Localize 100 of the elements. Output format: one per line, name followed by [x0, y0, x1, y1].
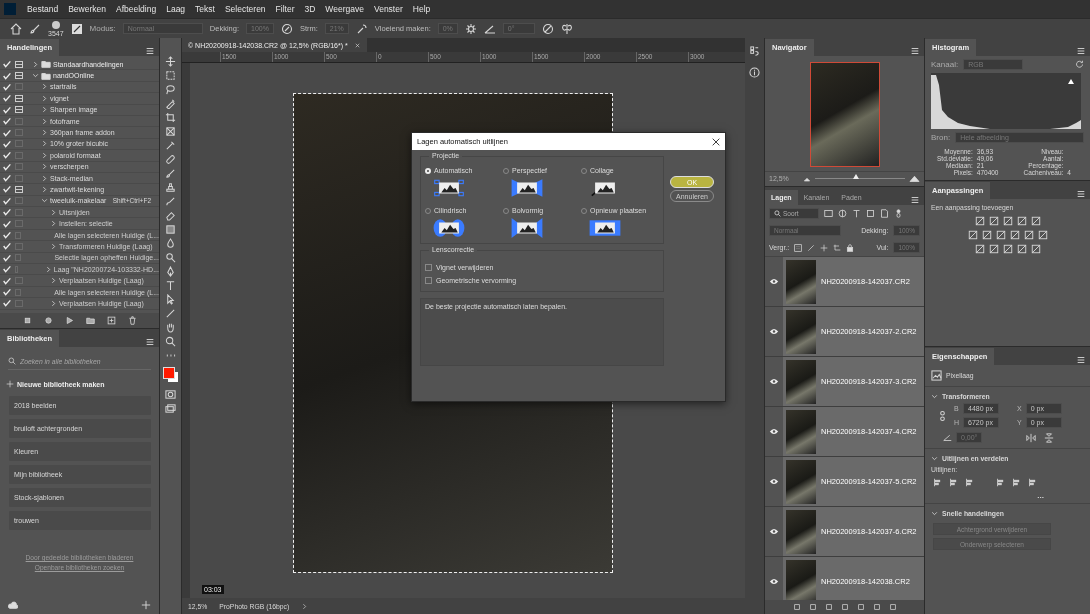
check-icon[interactable] — [3, 265, 11, 274]
menu-item[interactable]: Bewerken — [63, 4, 111, 14]
chevron-icon[interactable] — [41, 117, 48, 125]
chevron-icon[interactable] — [41, 163, 48, 171]
eye-icon[interactable] — [769, 428, 779, 435]
eye-icon[interactable] — [769, 528, 779, 535]
check-icon[interactable] — [3, 208, 11, 217]
history-icon[interactable] — [749, 46, 760, 57]
menu-item[interactable]: Laag — [161, 4, 191, 14]
chevron-icon[interactable] — [41, 140, 48, 148]
toggle-icon[interactable] — [894, 209, 903, 218]
chevron-icon[interactable] — [44, 265, 52, 273]
chevron-icon[interactable] — [50, 220, 57, 228]
lock-icon[interactable] — [846, 243, 855, 252]
screen-mode-icon[interactable] — [165, 403, 176, 414]
drop-icon[interactable] — [165, 238, 176, 249]
crop-icon[interactable] — [165, 112, 176, 123]
dialog-toggle[interactable] — [15, 117, 23, 125]
align-icon[interactable] — [996, 478, 1005, 487]
menu-item[interactable]: Venster — [368, 4, 408, 14]
caret-icon[interactable] — [301, 602, 309, 610]
check-icon[interactable] — [3, 231, 11, 240]
dialog-toggle[interactable] — [15, 254, 21, 262]
panel-menu-icon[interactable] — [910, 46, 920, 56]
chevron-icon[interactable] — [41, 151, 48, 159]
brush-icon[interactable] — [29, 22, 41, 35]
text-filter-icon[interactable] — [852, 209, 861, 218]
dialog-toggle[interactable] — [15, 299, 23, 307]
check-icon[interactable] — [3, 151, 11, 160]
menu-item[interactable]: Tekst — [190, 4, 220, 14]
lock-brush-icon[interactable] — [807, 243, 816, 252]
menu-item[interactable]: 3D — [299, 4, 321, 14]
pointer-icon[interactable] — [165, 294, 176, 305]
marquee-icon[interactable] — [165, 70, 176, 81]
pressure-size-icon[interactable] — [541, 22, 554, 35]
chevron-icon[interactable] — [32, 60, 39, 68]
dialog-toggle[interactable] — [15, 231, 21, 239]
check-icon[interactable] — [3, 105, 11, 114]
menu-item[interactable]: Weergave — [320, 4, 369, 14]
cloud-icon[interactable] — [8, 600, 18, 610]
home-icon[interactable] — [10, 22, 22, 35]
check-icon[interactable] — [3, 288, 11, 296]
chevron-icon[interactable] — [41, 174, 48, 182]
dialog-toggle[interactable] — [15, 129, 23, 137]
check-icon[interactable] — [3, 219, 11, 228]
dialog-toggle[interactable] — [15, 174, 23, 182]
brush-settings-icon[interactable] — [70, 22, 83, 35]
info-icon[interactable] — [749, 67, 760, 78]
panel-menu-icon[interactable] — [1076, 355, 1086, 365]
dodge-icon[interactable] — [165, 252, 176, 263]
align-icon[interactable] — [949, 478, 958, 487]
panel-menu-icon[interactable] — [1076, 46, 1086, 56]
flip-vertical-icon[interactable] — [1044, 432, 1055, 443]
stop-icon[interactable] — [22, 316, 32, 325]
lock-artboard-icon[interactable] — [833, 243, 842, 252]
history-brush-icon[interactable] — [165, 196, 176, 207]
brush-preview-icon[interactable] — [50, 20, 61, 30]
line-icon[interactable] — [165, 308, 176, 319]
chevron-icon[interactable] — [50, 277, 57, 285]
lock-move-icon[interactable] — [820, 243, 829, 252]
more-options[interactable]: ... — [931, 491, 1084, 500]
dialog-toggle[interactable] — [15, 208, 23, 216]
chevron-icon[interactable] — [931, 393, 938, 400]
search-icon[interactable] — [8, 357, 16, 365]
eye-icon[interactable] — [769, 578, 779, 585]
check-icon[interactable] — [3, 174, 11, 183]
flip-horizontal-icon[interactable] — [1026, 432, 1037, 443]
eye-icon[interactable] — [769, 278, 779, 285]
zoom-in-icon[interactable] — [909, 174, 920, 183]
shape-filter-icon[interactable] — [866, 209, 875, 218]
align-icon[interactable] — [933, 478, 942, 487]
lasso-icon[interactable] — [165, 84, 176, 95]
chevron-icon[interactable] — [41, 106, 48, 114]
chevron-icon[interactable] — [931, 510, 938, 517]
check-icon[interactable] — [3, 117, 11, 126]
chevron-icon[interactable] — [50, 242, 57, 250]
dialog-toggle[interactable] — [15, 163, 23, 171]
check-icon[interactable] — [3, 185, 11, 194]
brush-icon[interactable] — [165, 168, 176, 179]
zoom-icon[interactable] — [165, 336, 176, 347]
align-icon[interactable] — [1028, 478, 1037, 487]
check-icon[interactable] — [3, 94, 11, 103]
chevron-icon[interactable] — [41, 129, 48, 137]
close-icon[interactable] — [712, 137, 720, 146]
new-item-icon[interactable] — [106, 316, 116, 325]
panel-menu-icon[interactable] — [145, 337, 155, 347]
menu-item[interactable]: Bestand — [22, 4, 64, 14]
move-icon[interactable] — [165, 56, 176, 67]
selection-brush-icon[interactable] — [165, 98, 176, 109]
stamp-icon[interactable] — [165, 182, 176, 193]
smart-object-filter-icon[interactable] — [880, 209, 889, 218]
play-icon[interactable] — [64, 316, 74, 325]
chevron-icon[interactable] — [41, 186, 48, 193]
dialog-toggle[interactable] — [15, 140, 23, 148]
frame-icon[interactable] — [165, 126, 176, 137]
chevron-icon[interactable] — [50, 299, 57, 307]
refresh-icon[interactable] — [1075, 60, 1084, 69]
adjustment-filter-icon[interactable] — [838, 209, 847, 218]
menu-item[interactable]: Afbeelding — [111, 4, 162, 14]
check-icon[interactable] — [3, 71, 11, 80]
